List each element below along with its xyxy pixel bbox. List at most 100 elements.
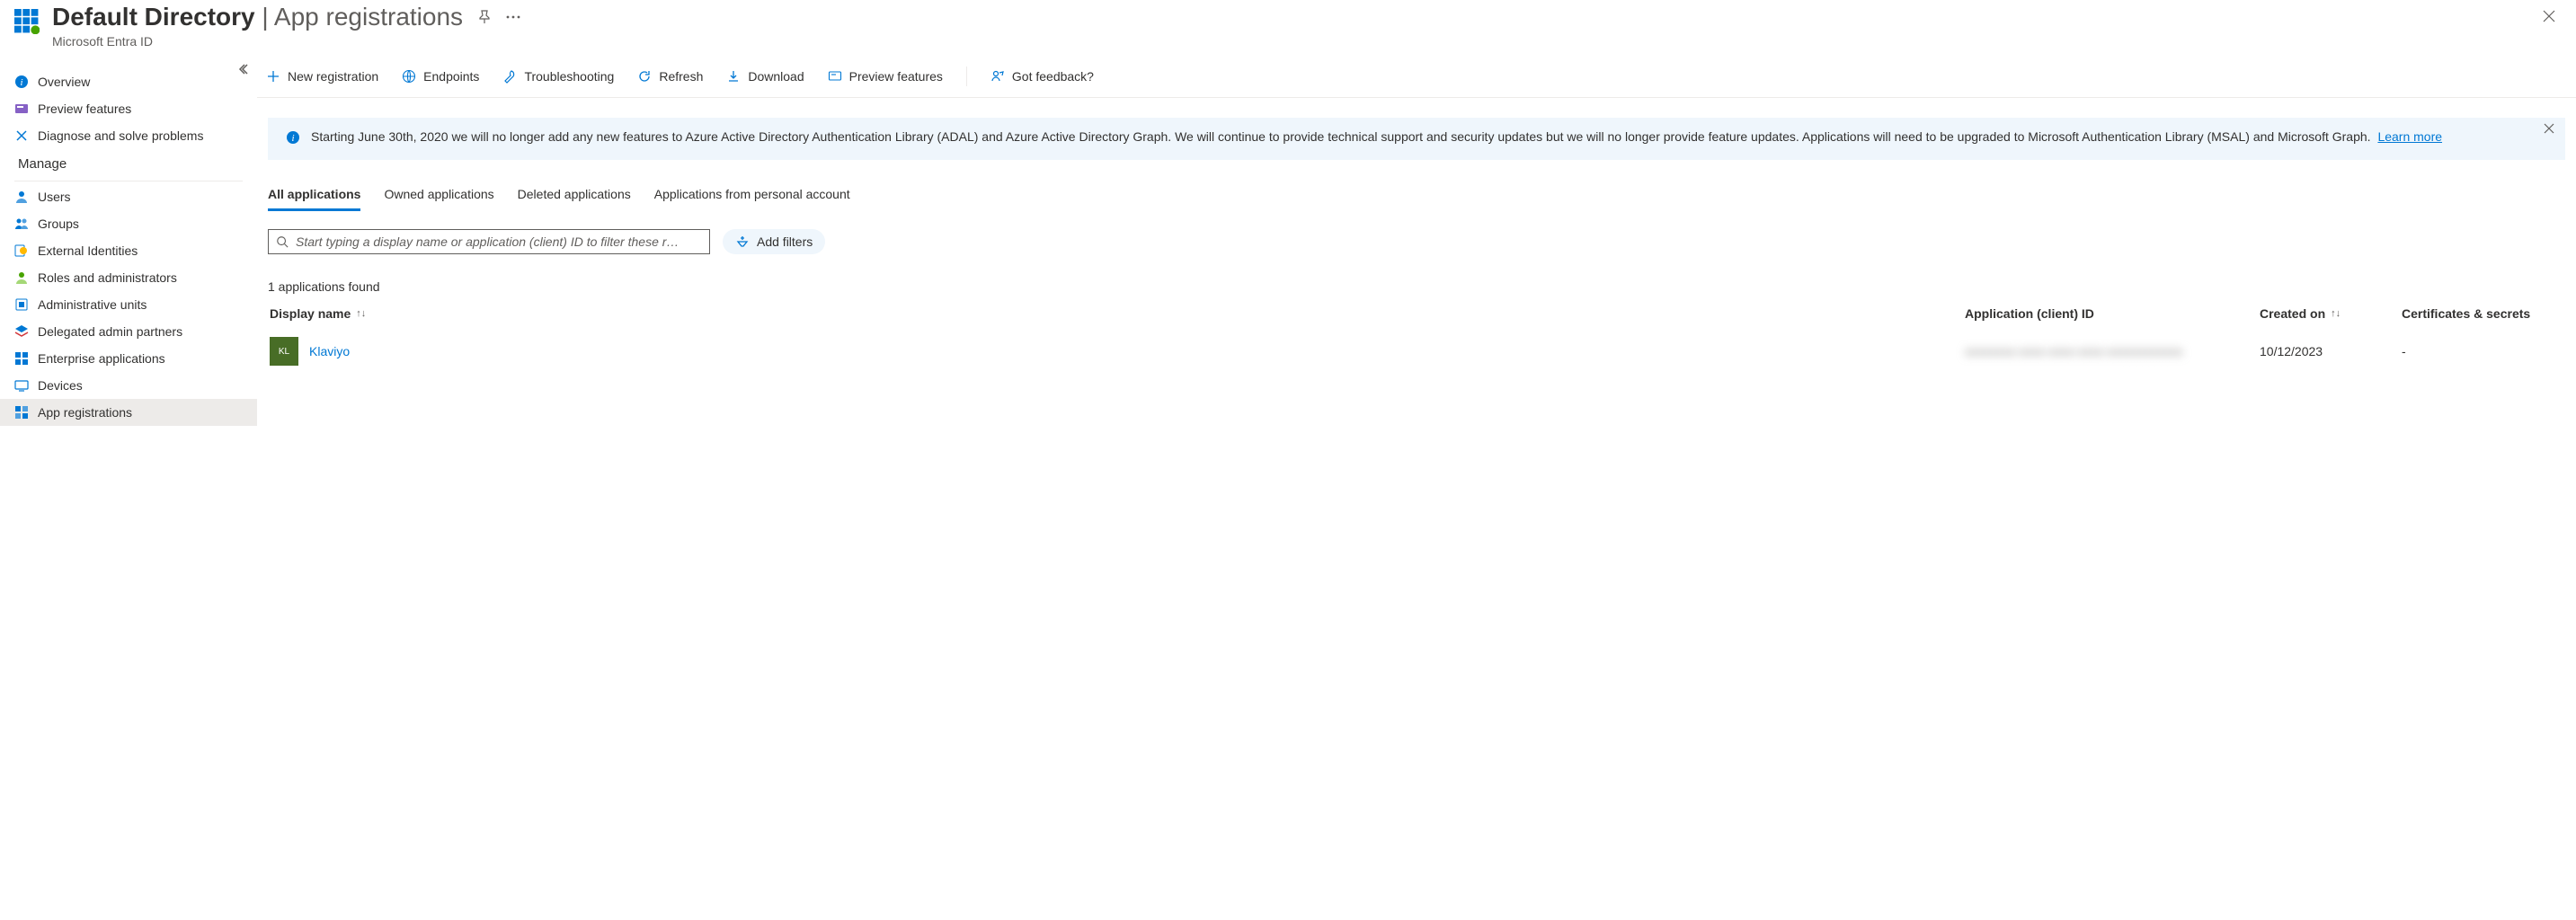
column-label: Application (client) ID [1965,306,2094,321]
tabs: All applications Owned applications Dele… [268,185,2565,211]
wrench-icon [502,69,517,84]
sidebar-item-label: Users [38,190,71,204]
info-icon: i [14,75,29,89]
page-header: Default Directory | App registrations Mi… [0,0,2576,56]
refresh-button[interactable]: Refresh [637,69,703,84]
tab-deleted-applications[interactable]: Deleted applications [518,185,631,211]
preview-features-icon [828,69,842,84]
new-registration-button[interactable]: New registration [266,69,378,84]
sidebar-item-preview-features[interactable]: Preview features [0,95,257,122]
sidebar-item-delegated-partners[interactable]: Delegated admin partners [0,318,257,345]
column-display-name[interactable]: Display name ↑↓ [270,306,1958,321]
svg-text:i: i [20,77,22,88]
column-app-id[interactable]: Application (client) ID [1965,306,2252,321]
tab-owned-applications[interactable]: Owned applications [384,185,493,211]
search-icon [276,235,289,248]
sidebar-section-manage: Manage [0,149,257,179]
sidebar-item-label: Groups [38,217,79,231]
sidebar-item-label: External Identities [38,243,138,258]
applications-table: Display name ↑↓ Application (client) ID … [268,299,2565,375]
sidebar: i Overview Preview features Diagnose and… [0,56,257,920]
cell-display-name: KL Klaviyo [270,337,1958,366]
page-subtitle: Microsoft Entra ID [52,34,2542,49]
got-feedback-button[interactable]: Got feedback? [990,69,1094,84]
collapse-sidebar-icon[interactable] [237,63,248,77]
main-content: New registration Endpoints Troubleshooti… [257,56,2576,920]
column-certificates[interactable]: Certificates & secrets [2402,306,2563,321]
globe-icon [402,69,416,84]
column-created-on[interactable]: Created on ↑↓ [2260,306,2394,321]
sidebar-item-overview[interactable]: i Overview [0,68,257,95]
banner-text: Starting June 30th, 2020 we will no long… [311,129,2371,144]
column-label: Display name [270,306,351,321]
close-blade-icon[interactable] [2542,2,2556,23]
sidebar-item-external-identities[interactable]: External Identities [0,237,257,264]
cmd-label: New registration [288,69,378,84]
sidebar-item-label: App registrations [38,405,132,420]
preview-features-button[interactable]: Preview features [828,69,943,84]
add-filters-button[interactable]: Add filters [723,229,825,254]
sidebar-item-label: Roles and administrators [38,270,177,285]
page-title-prefix: Default Directory [52,3,255,31]
cmd-label: Endpoints [423,69,479,84]
app-name-link[interactable]: Klaviyo [309,344,350,358]
filter-row: Add filters [268,229,2565,254]
page-title-suffix: App registrations [274,3,463,31]
command-separator [966,66,967,86]
pin-icon[interactable] [477,10,492,24]
troubleshooting-button[interactable]: Troubleshooting [502,69,614,84]
cmd-label: Troubleshooting [524,69,614,84]
endpoints-button[interactable]: Endpoints [402,69,479,84]
admin-units-icon [14,297,29,312]
sidebar-item-roles[interactable]: Roles and administrators [0,264,257,291]
download-icon [726,69,741,84]
user-icon [14,190,29,204]
devices-icon [14,378,29,393]
download-button[interactable]: Download [726,69,804,84]
sidebar-item-label: Administrative units [38,297,147,312]
cmd-label: Refresh [659,69,703,84]
sidebar-item-app-registrations[interactable]: App registrations [0,399,257,426]
search-box[interactable] [268,229,710,254]
sidebar-item-label: Diagnose and solve problems [38,128,203,143]
sidebar-item-enterprise-apps[interactable]: Enterprise applications [0,345,257,372]
tab-all-applications[interactable]: All applications [268,185,360,211]
cell-created-on: 10/12/2023 [2260,344,2394,358]
app-badge: KL [270,337,298,366]
command-bar: New registration Endpoints Troubleshooti… [257,56,2576,98]
filter-icon [735,234,750,249]
tab-personal-applications[interactable]: Applications from personal account [654,185,850,211]
add-filters-label: Add filters [757,234,813,249]
sidebar-item-groups[interactable]: Groups [0,210,257,237]
delegated-icon [14,324,29,339]
cell-certificates: - [2402,344,2563,358]
refresh-icon [637,69,652,84]
sidebar-item-label: Enterprise applications [38,351,165,366]
cell-app-id: xxxxxxxx-xxxx-xxxx-xxxx-xxxxxxxxxxxx [1965,344,2252,358]
sidebar-item-users[interactable]: Users [0,183,257,210]
sidebar-item-devices[interactable]: Devices [0,372,257,399]
app-registrations-icon [14,405,29,420]
learn-more-link[interactable]: Learn more [2377,129,2442,144]
preview-icon [14,102,29,116]
cmd-label: Got feedback? [1012,69,1094,84]
sidebar-item-admin-units[interactable]: Administrative units [0,291,257,318]
table-header: Display name ↑↓ Application (client) ID … [268,299,2565,328]
external-identities-icon [14,243,29,258]
sidebar-item-diagnose[interactable]: Diagnose and solve problems [0,122,257,149]
feedback-icon [990,69,1005,84]
sidebar-item-label: Overview [38,75,90,89]
sidebar-item-label: Delegated admin partners [38,324,182,339]
entra-id-icon [14,9,40,34]
sidebar-item-label: Preview features [38,102,131,116]
more-icon[interactable] [506,15,520,19]
svg-text:i: i [291,133,294,144]
close-banner-icon[interactable] [2544,123,2554,138]
table-row[interactable]: KL Klaviyo xxxxxxxx-xxxx-xxxx-xxxx-xxxxx… [268,328,2565,375]
search-input[interactable] [296,234,702,249]
results-count: 1 applications found [268,279,2565,294]
plus-icon [266,69,280,84]
info-banner: i Starting June 30th, 2020 we will no lo… [268,118,2565,161]
column-label: Created on [2260,306,2325,321]
group-icon [14,217,29,231]
